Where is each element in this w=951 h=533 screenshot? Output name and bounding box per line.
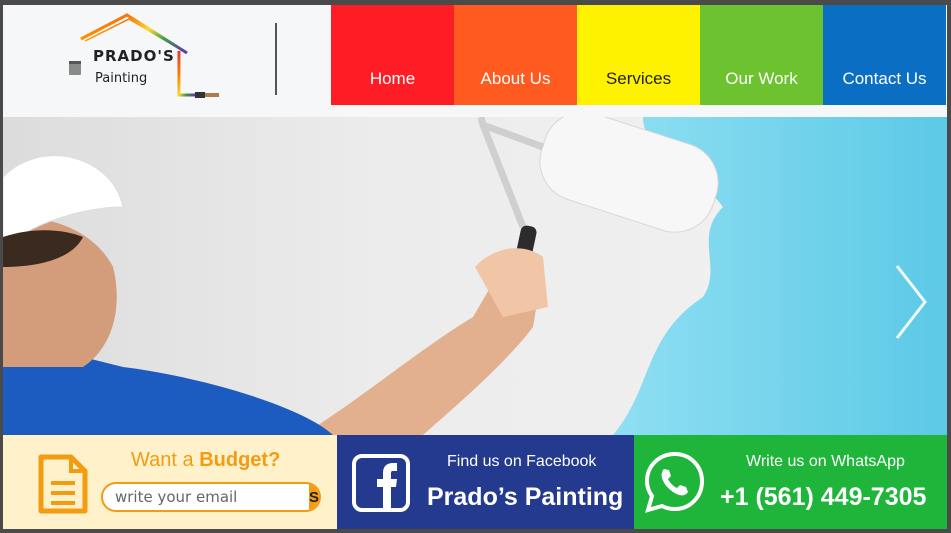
budget-panel: Want a Budget? Send bbox=[3, 435, 337, 529]
header-divider bbox=[275, 23, 277, 95]
nav-our-work-label: Our Work bbox=[725, 69, 798, 88]
facebook-page-name[interactable]: Prado’s Painting bbox=[427, 483, 623, 512]
nav-contact-us-label: Contact Us bbox=[842, 69, 927, 88]
slider-next-button[interactable] bbox=[893, 262, 929, 342]
send-button[interactable]: Send bbox=[309, 484, 319, 510]
whatsapp-icon bbox=[644, 451, 705, 513]
logo-title: PRADO'S bbox=[93, 47, 175, 65]
budget-form: Send bbox=[101, 482, 321, 512]
whatsapp-phone[interactable]: +1 (561) 449-7305 bbox=[720, 483, 926, 512]
site-header: PRADO'S Painting Home About Us Services … bbox=[3, 5, 947, 105]
main-nav: Home About Us Services Our Work Contact … bbox=[331, 5, 946, 105]
email-input[interactable] bbox=[103, 484, 309, 510]
nav-home-label: Home bbox=[369, 69, 416, 88]
nav-about-us-label: About Us bbox=[480, 69, 551, 88]
logo[interactable]: PRADO'S Painting bbox=[63, 11, 223, 101]
budget-title-highlight: Budget? bbox=[199, 449, 281, 471]
nav-contact-us[interactable]: Contact Us bbox=[823, 5, 946, 105]
facebook-icon bbox=[352, 454, 410, 512]
document-icon bbox=[38, 454, 88, 514]
nav-home[interactable]: Home bbox=[331, 5, 454, 105]
chevron-right-icon bbox=[895, 265, 927, 339]
nav-services[interactable]: Services bbox=[577, 5, 700, 105]
contact-bar: Want a Budget? Send Find us on Facebook … bbox=[3, 435, 947, 529]
whatsapp-caption: Write us on WhatsApp bbox=[746, 453, 905, 470]
logo-subtitle: Painting bbox=[95, 71, 148, 86]
whatsapp-panel[interactable]: Write us on WhatsApp +1 (561) 449-7305 bbox=[634, 435, 947, 529]
nav-our-work[interactable]: Our Work bbox=[700, 5, 823, 105]
hero-slider bbox=[3, 117, 947, 435]
page-frame: PRADO'S Painting Home About Us Services … bbox=[3, 5, 947, 529]
facebook-caption: Find us on Facebook bbox=[447, 453, 597, 470]
facebook-panel[interactable]: Find us on Facebook Prado’s Painting bbox=[337, 435, 634, 529]
nav-about-us[interactable]: About Us bbox=[454, 5, 577, 105]
nav-services-label: Services bbox=[605, 69, 672, 88]
budget-title: Want a Budget? bbox=[131, 449, 280, 472]
hero-image bbox=[3, 117, 947, 435]
budget-title-prefix: Want a bbox=[131, 449, 194, 471]
